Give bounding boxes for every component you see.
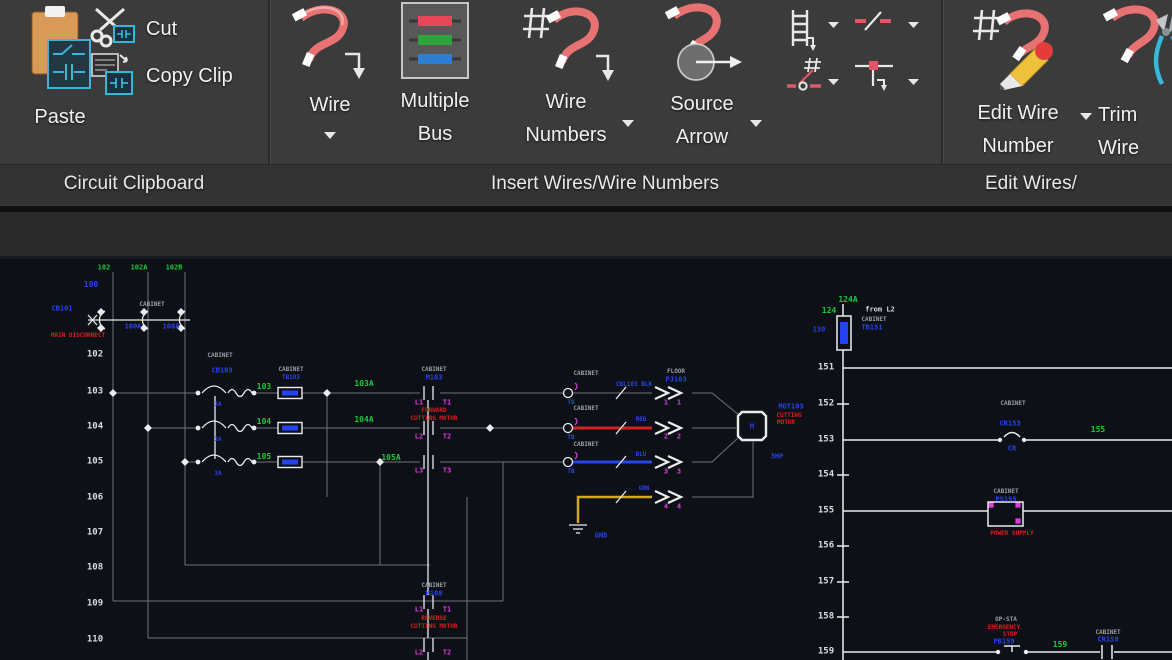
schematic-drawing [0, 0, 1172, 660]
